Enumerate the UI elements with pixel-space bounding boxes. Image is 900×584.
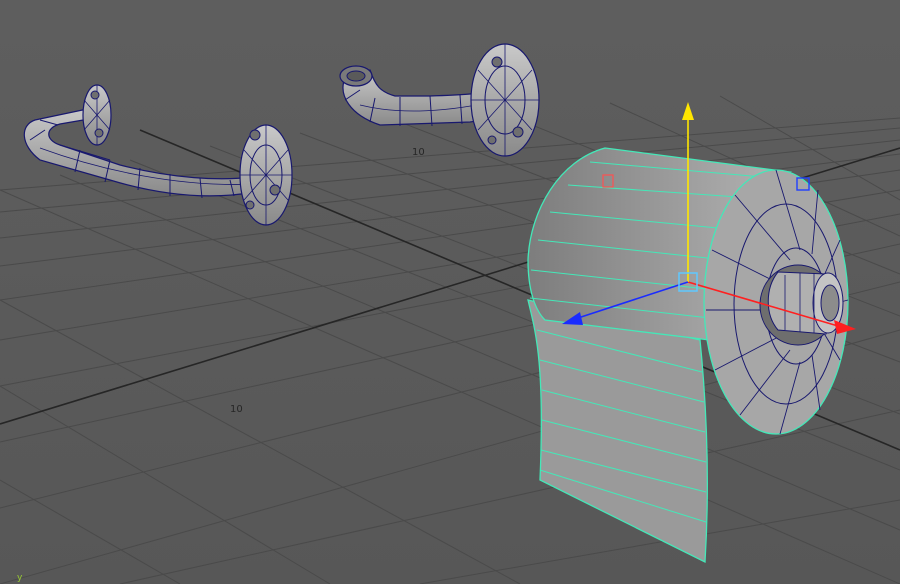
robe-hook-mesh[interactable] bbox=[339, 43, 540, 157]
scene-canvas[interactable]: 10 5 10 bbox=[0, 0, 900, 584]
view-axis-y-label: y bbox=[17, 573, 23, 583]
towel-bar-mesh[interactable] bbox=[23, 84, 293, 226]
3d-viewport[interactable]: 10 5 10 bbox=[0, 0, 900, 584]
y-axis-arrow-icon[interactable] bbox=[682, 102, 694, 120]
grid-label-left: 10 bbox=[230, 404, 243, 415]
grid-label-top: 10 bbox=[412, 147, 425, 158]
view-axis-indicator: y bbox=[17, 573, 23, 583]
